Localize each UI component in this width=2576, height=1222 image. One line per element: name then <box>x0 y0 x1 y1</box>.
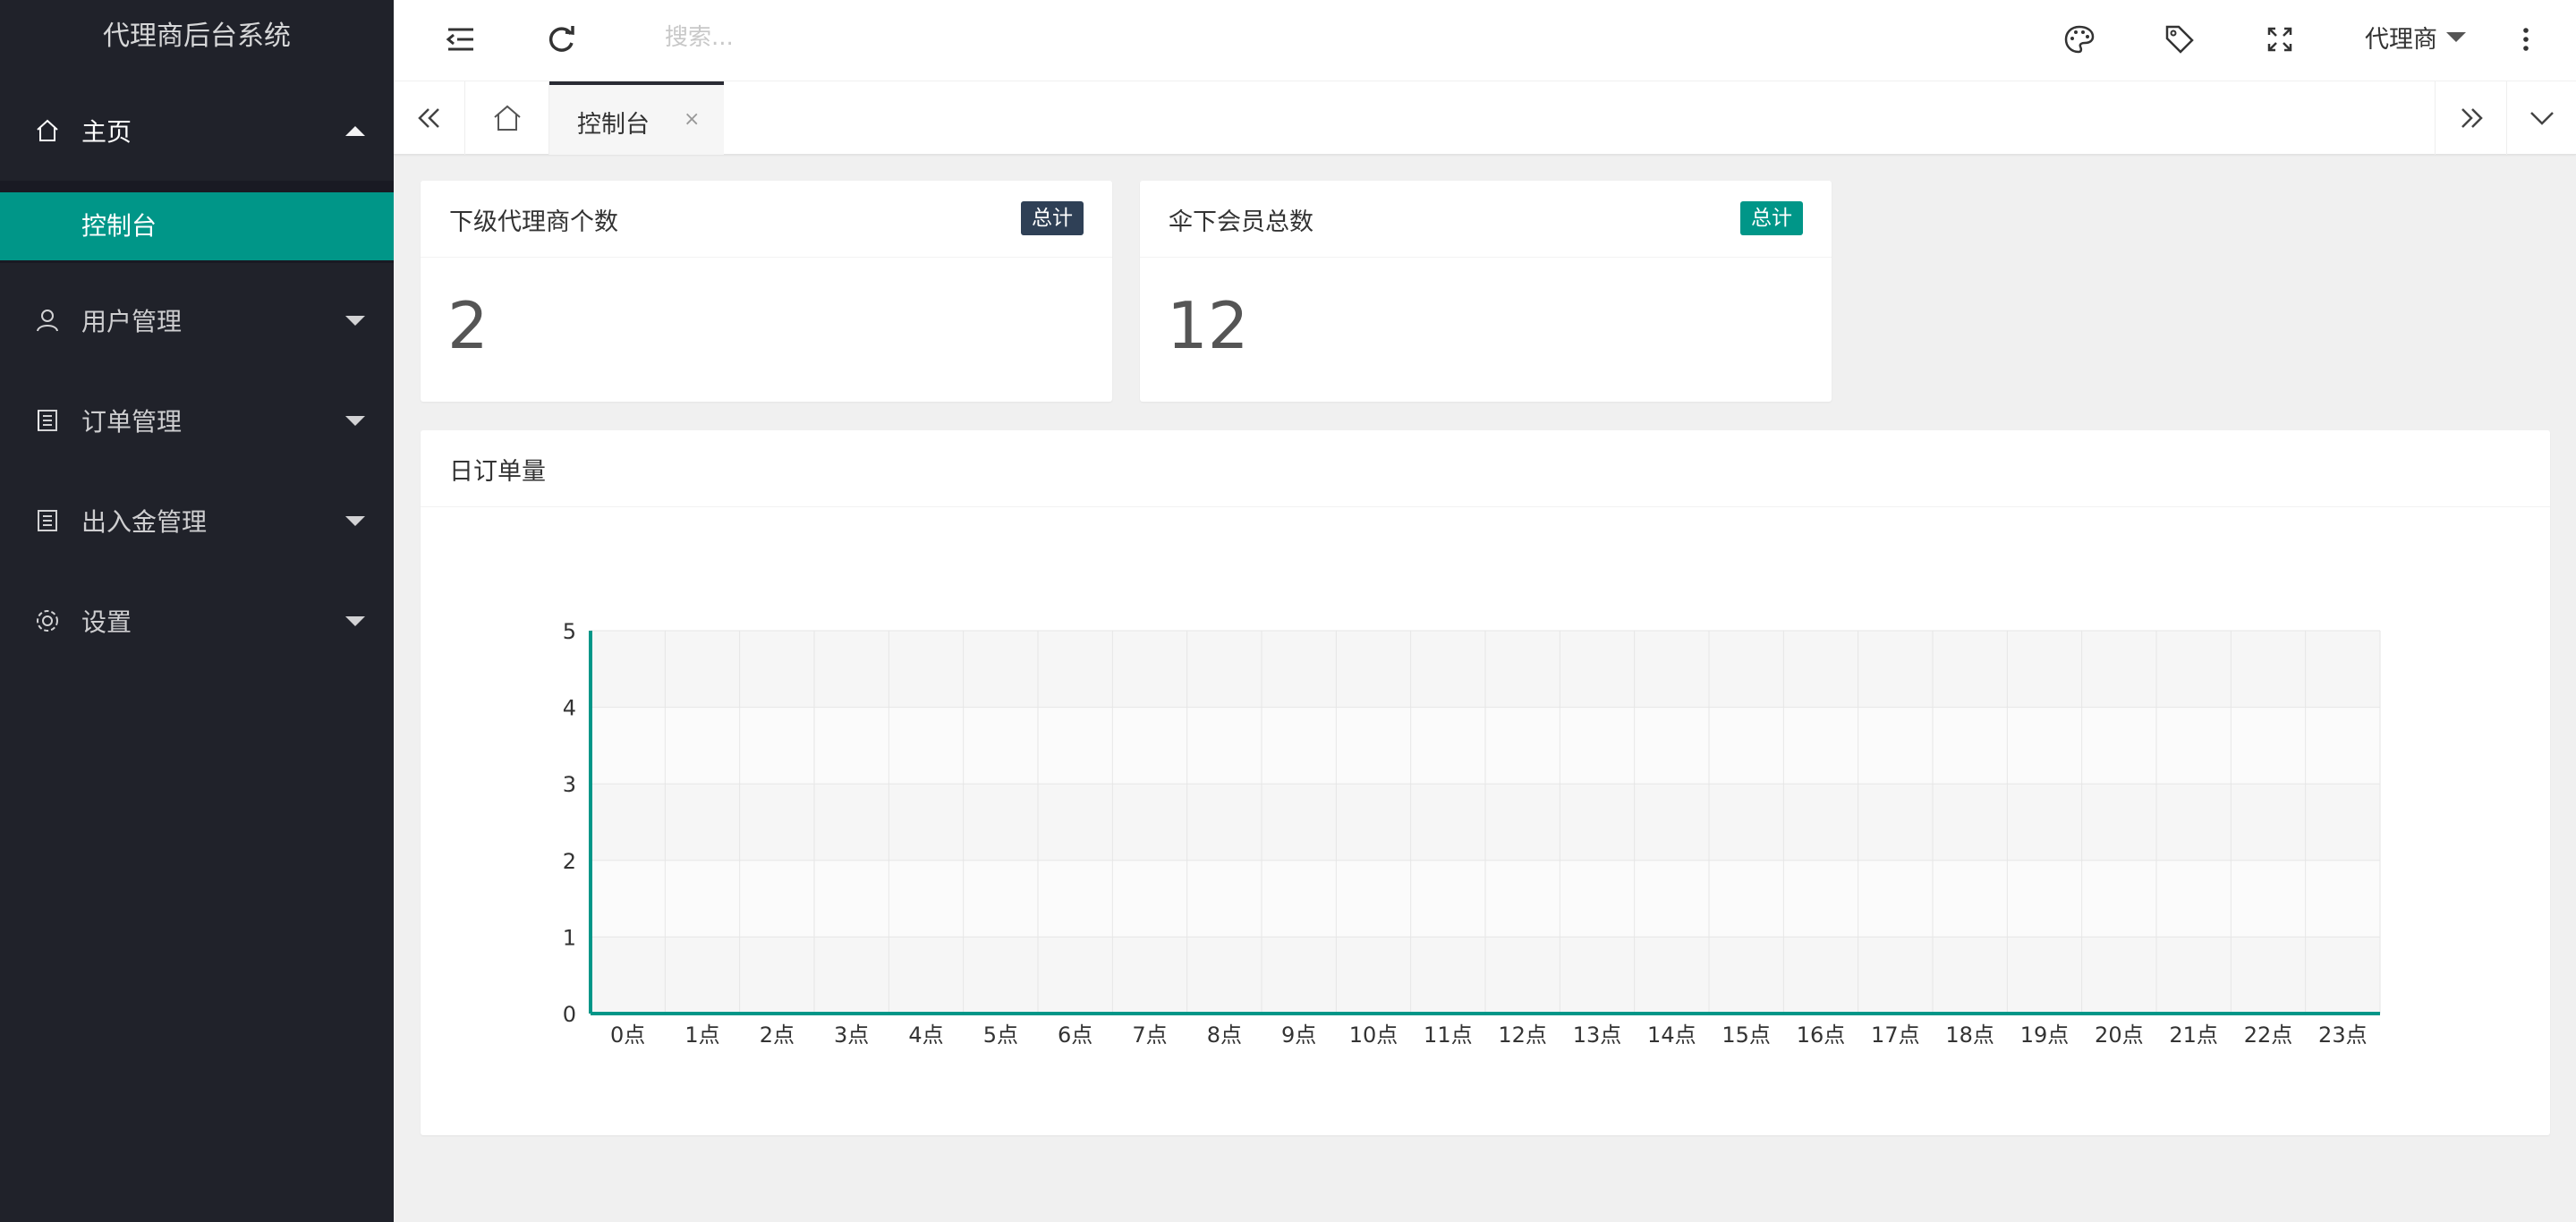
daily-orders-card: 日订单量 0 1 2 3 4 5 0点 1点 2点 3点 4点 5点 6点 7点 8点 9点 10点 11点 12点… <box>421 430 2550 1135</box>
x-tick-label: 15点 <box>1722 1023 1771 1048</box>
sidebar-item-orders[interactable]: 订单管理 <box>0 370 394 471</box>
x-tick-label: 3点 <box>834 1023 869 1048</box>
x-tick-label: 12点 <box>1498 1023 1547 1048</box>
total-badge: 总计 <box>1740 201 1803 235</box>
card-header: 伞下会员总数 总计 <box>1140 181 1832 258</box>
sidebar-item-label: 订单管理 <box>81 407 183 437</box>
x-tick-label: 9点 <box>1281 1023 1316 1048</box>
y-tick-label: 4 <box>563 696 576 721</box>
card-header: 日订单量 <box>421 430 2550 507</box>
double-chevron-left-icon <box>417 108 439 128</box>
sidebar-item-label: 出入金管理 <box>81 507 208 537</box>
x-tick-label: 13点 <box>1573 1023 1622 1048</box>
total-badge: 总计 <box>1021 201 1084 235</box>
scroll-tabs-right-button[interactable] <box>2435 81 2506 155</box>
tab-console[interactable]: 控制台 × <box>549 81 724 155</box>
daily-orders-chart: 0 1 2 3 4 5 0点 1点 2点 3点 4点 5点 6点 7点 8点 9点 10点 11点 12点 13点 14… <box>563 619 2381 1048</box>
x-tick-label: 5点 <box>983 1023 1018 1048</box>
chevron-down-icon <box>345 315 365 326</box>
chevron-down-icon <box>345 615 365 626</box>
collapse-menu-icon[interactable] <box>443 21 479 57</box>
stat-value: 12 <box>1167 288 1249 363</box>
scroll-tabs-left-button[interactable] <box>394 81 465 155</box>
y-tick-label: 2 <box>563 849 576 874</box>
search-input[interactable] <box>665 18 1023 57</box>
x-tick-label: 22点 <box>2244 1023 2293 1048</box>
x-tick-label: 8点 <box>1207 1023 1242 1048</box>
tab-options-button[interactable] <box>2506 81 2576 155</box>
x-tick-label: 0点 <box>610 1023 645 1048</box>
list-icon <box>38 410 57 431</box>
home-icon <box>493 105 521 131</box>
chart-title: 日订单量 <box>449 458 546 486</box>
x-tick-label: 23点 <box>2318 1023 2368 1048</box>
x-tick-label: 21点 <box>2169 1023 2218 1048</box>
card-title: 伞下会员总数 <box>1169 208 1314 236</box>
home-tab-button[interactable] <box>465 81 549 155</box>
x-tick-label: 10点 <box>1349 1023 1399 1048</box>
x-tick-label: 19点 <box>2020 1023 2070 1048</box>
tab-bar: 控制台 × <box>394 81 2576 155</box>
chevron-up-icon <box>345 125 365 136</box>
user-name: 代理商 <box>2365 26 2437 54</box>
x-tick-label: 6点 <box>1058 1023 1092 1048</box>
home-icon <box>37 119 58 141</box>
sidebar-item-funds[interactable]: 出入金管理 <box>0 471 394 571</box>
more-vertical-icon[interactable] <box>2508 21 2544 57</box>
fullscreen-icon[interactable] <box>2262 21 2298 57</box>
sidebar-item-label: 用户管理 <box>81 307 183 336</box>
x-tick-label: 17点 <box>1871 1023 1920 1048</box>
user-icon <box>37 310 58 332</box>
sidebar-item-settings[interactable]: 设置 <box>0 571 394 671</box>
refresh-icon[interactable] <box>543 21 579 57</box>
double-chevron-right-icon <box>2461 108 2483 128</box>
y-tick-label: 0 <box>563 1002 576 1027</box>
chevron-down-icon <box>2529 112 2554 125</box>
y-tick-label: 5 <box>563 619 576 644</box>
chevron-down-icon <box>2446 32 2466 42</box>
user-menu[interactable]: 代理商 <box>2365 20 2466 55</box>
x-tick-label: 7点 <box>1132 1023 1167 1048</box>
close-icon[interactable]: × <box>684 108 700 131</box>
top-header: 代理商 <box>394 0 2576 81</box>
app-logo-title: 代理商后台系统 <box>103 21 291 52</box>
chevron-down-icon <box>345 415 365 426</box>
gear-icon <box>37 610 58 632</box>
palette-icon[interactable] <box>2062 21 2097 57</box>
tag-icon[interactable] <box>2162 21 2198 57</box>
x-tick-label: 4点 <box>908 1023 943 1048</box>
y-tick-label: 1 <box>563 925 576 950</box>
sidebar-item-users[interactable]: 用户管理 <box>0 270 394 370</box>
sidebar-item-console[interactable]: 控制台 <box>0 192 394 260</box>
sidebar: 代理商后台系统 主页 控制台 用户管理 订单管理 出入金管理 设置 <box>0 0 394 1222</box>
x-tick-label: 2点 <box>760 1023 795 1048</box>
chevron-down-icon <box>345 515 365 526</box>
stat-card-sub-agents: 下级代理商个数 总计 2 <box>421 181 1112 402</box>
stat-card-members: 伞下会员总数 总计 12 <box>1140 181 1832 402</box>
x-tick-label: 16点 <box>1797 1023 1846 1048</box>
sidebar-item-label: 设置 <box>81 607 132 637</box>
list-icon <box>38 510 57 531</box>
tab-label: 控制台 <box>577 111 650 139</box>
x-tick-label: 18点 <box>1945 1023 1994 1048</box>
stat-value: 2 <box>447 288 489 363</box>
y-tick-label: 3 <box>563 772 576 797</box>
x-tick-label: 14点 <box>1647 1023 1696 1048</box>
x-tick-label: 11点 <box>1424 1023 1473 1048</box>
sidebar-item-label: 主页 <box>81 117 132 147</box>
sidebar-item-home[interactable]: 主页 <box>0 81 394 181</box>
x-tick-label: 1点 <box>684 1023 719 1048</box>
x-tick-label: 20点 <box>2095 1023 2144 1048</box>
card-header: 下级代理商个数 总计 <box>421 181 1112 258</box>
card-title: 下级代理商个数 <box>449 208 618 236</box>
